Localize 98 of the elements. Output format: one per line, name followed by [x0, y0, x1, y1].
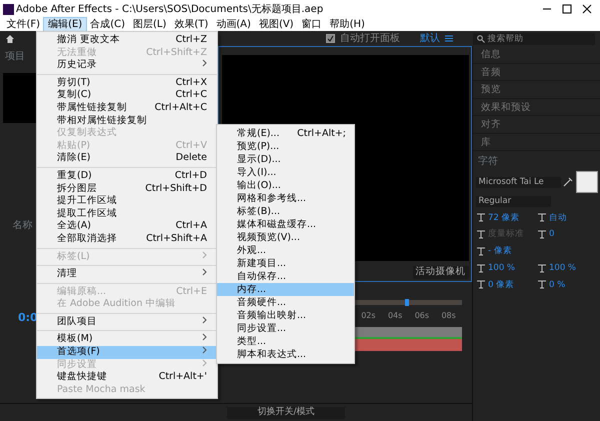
column-header: 名称	[12, 218, 32, 232]
field-value[interactable]: 100 %	[488, 262, 516, 274]
text-size-icon	[476, 264, 486, 273]
eyedropper-icon[interactable]	[563, 177, 573, 187]
menu-item[interactable]: 模板(M)	[37, 333, 217, 346]
menu-item[interactable]: 常规(E)... Ctrl+Alt+;	[217, 127, 354, 140]
menu-item[interactable]: 输出(O)...	[217, 179, 354, 192]
ruler-label: 08s	[441, 310, 456, 322]
home-icon[interactable]	[5, 34, 15, 44]
menu-item[interactable]: 导入(I)...	[217, 166, 354, 179]
text-size-icon	[476, 280, 486, 290]
menu-item[interactable]: 全选(A) Ctrl+A	[37, 220, 217, 233]
field-value[interactable]: - 像素	[488, 245, 512, 258]
chevron-right-icon	[202, 59, 207, 68]
panel-tab[interactable]: 预览	[473, 81, 600, 98]
field-value[interactable]: 0 像素	[488, 278, 514, 292]
font-dropdown[interactable]: Microsoft Tai Le	[476, 176, 560, 188]
menu-item[interactable]: 复制(C) Ctrl+C	[37, 89, 217, 102]
menu-item[interactable]: 图层(L)	[128, 18, 170, 31]
panel-tab[interactable]: 信息	[473, 46, 600, 64]
field-value[interactable]: 72 像素	[488, 212, 520, 224]
field-value[interactable]: 自动	[549, 212, 567, 224]
menu-item[interactable]: 全部取消选择 Ctrl+Shift+A	[37, 232, 217, 246]
menu-item[interactable]: 清理	[37, 268, 217, 281]
menu-item[interactable]: 视图(V)	[254, 18, 298, 31]
close-icon[interactable]	[582, 4, 592, 14]
menu-item[interactable]: 视频预览(V)...	[217, 231, 354, 244]
text-size-icon	[476, 230, 486, 240]
app-logo-icon	[2, 4, 14, 14]
fill-color-swatch[interactable]	[576, 171, 598, 193]
window-title: Adobe After Effects - C:\Users\SOS\Documents\无标题项目.aep	[16, 2, 324, 16]
field-value[interactable]: 100 %	[549, 262, 576, 274]
text-size-icon	[536, 230, 546, 240]
text-size-icon	[536, 264, 546, 273]
menu-item[interactable]: 历史记录	[37, 59, 217, 72]
menu-item[interactable]: 清除(E) Delete	[37, 152, 217, 165]
menu-item[interactable]: 帮助(H)	[326, 18, 369, 31]
search-placeholder: 搜索帮助	[488, 32, 524, 44]
checkbox-label: 自动打开面板	[340, 32, 400, 46]
style-dropdown[interactable]: Regular	[476, 196, 550, 206]
text-size-icon	[536, 213, 546, 222]
panel-tab[interactable]: 音频	[473, 64, 600, 81]
menu-item[interactable]: 首选项(F)	[37, 346, 217, 359]
field-value[interactable]: 0 %	[549, 278, 566, 292]
chevron-right-icon	[202, 268, 207, 276]
menu-item[interactable]: 内存...	[217, 283, 354, 296]
panel-title: 项目	[5, 50, 25, 64]
menu-item[interactable]: 自动保存...	[217, 270, 354, 283]
menu-item[interactable]: 提升工作区域	[37, 195, 217, 208]
menu-item[interactable]: 动画(A)	[212, 18, 255, 31]
menu-item[interactable]: 键盘快捷键 Ctrl+Alt+'	[37, 371, 217, 384]
toggle-mode-button[interactable]: 切换开关/模式	[227, 406, 345, 418]
ruler-label: 06s	[414, 310, 430, 322]
menu-item[interactable]: 编辑(E)	[44, 18, 86, 31]
maximize-icon[interactable]	[562, 4, 572, 14]
ruler-label: 02s	[361, 310, 376, 322]
chevron-right-icon	[202, 250, 207, 258]
checkbox[interactable]	[326, 34, 335, 43]
panel-title: 字符	[478, 154, 499, 168]
menu-item[interactable]: 媒体和磁盘缓存...	[217, 218, 354, 231]
menu-item[interactable]: 脚本和表达式...	[217, 348, 354, 361]
menu-item[interactable]: 团队项目	[37, 316, 217, 328]
check-icon	[327, 35, 334, 42]
menu-item[interactable]: 音频输出映射...	[217, 309, 354, 322]
search-field[interactable]: 搜索帮助	[473, 32, 595, 44]
menu-item[interactable]: 网格和参考线...	[217, 192, 354, 205]
workspace-tab[interactable]: 默认	[420, 31, 440, 46]
menu-item[interactable]: 类型...	[217, 335, 354, 348]
menu-item[interactable]: 文件(F)	[2, 18, 44, 31]
menu-item[interactable]: 合成(C)	[86, 18, 129, 31]
menu-item[interactable]: 剪切(T) Ctrl+X	[37, 76, 217, 90]
field-value[interactable]: 0	[549, 228, 554, 241]
menu-item[interactable]: 音频硬件...	[217, 296, 354, 309]
menu-item[interactable]: 显示(D)...	[217, 153, 354, 166]
text-size-icon	[476, 213, 486, 222]
panel-tab[interactable]: 库	[473, 134, 600, 151]
camera-dropdown[interactable]: 活动摄像机	[412, 266, 468, 278]
ruler-label: 04s	[388, 310, 402, 322]
menu-item[interactable]: 窗口	[298, 18, 326, 31]
panel-tab[interactable]: 对齐	[473, 116, 600, 134]
menu-item[interactable]: 带属性链接复制 Ctrl+Alt+C	[37, 102, 217, 115]
menu-item[interactable]: 重复(D) Ctrl+D	[37, 170, 217, 183]
menu-item[interactable]: 预览(P)...	[217, 140, 354, 153]
text-size-icon	[476, 246, 486, 256]
menu-item[interactable]: 同步设置...	[217, 322, 354, 335]
menu-item[interactable]: 撤消 更改文本 Ctrl+Z	[37, 34, 217, 47]
menu-icon[interactable]	[445, 35, 453, 42]
menu-item[interactable]: 提取工作区域	[37, 208, 217, 220]
menu-item[interactable]: 新建项目...	[217, 257, 354, 270]
panel-tab[interactable]: 效果和预设	[473, 98, 600, 116]
menu-item[interactable]: 外观...	[217, 244, 354, 257]
search-icon	[477, 34, 485, 42]
menu-item[interactable]: 标签(B)...	[217, 205, 354, 218]
chevron-right-icon	[202, 316, 207, 324]
menu-item[interactable]: 带相对属性链接复制	[37, 114, 217, 128]
menu-item[interactable]: 效果(T)	[170, 18, 212, 31]
menu-item[interactable]: 拆分图层 Ctrl+Shift+D	[37, 182, 217, 196]
text-size-icon	[536, 280, 546, 290]
